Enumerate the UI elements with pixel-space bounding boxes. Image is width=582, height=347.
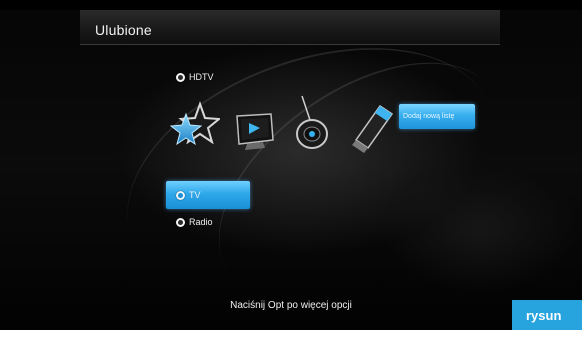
caption-tab: rysun	[512, 300, 582, 330]
option-tv[interactable]: TV	[166, 181, 250, 209]
option-hdtv[interactable]: HDTV	[176, 70, 214, 84]
radio-icon	[176, 190, 185, 200]
footer-hint: Naciśnij Opt po więcej opcji	[230, 300, 352, 311]
top-band	[0, 0, 582, 10]
tv-menu-screen: Ulubione HDTV Dodaj nową listę TV Radio …	[0, 0, 582, 347]
option-radio[interactable]: Radio	[176, 215, 213, 229]
usb-stick-icon[interactable]	[350, 104, 395, 154]
tv-monitor-icon[interactable]	[233, 110, 277, 154]
option-radio-label: Radio	[189, 217, 213, 227]
favorites-star-icon[interactable]	[169, 100, 222, 152]
radio-icon	[176, 217, 185, 227]
option-hdtv-label: HDTV	[189, 72, 214, 82]
radio-satellite-icon[interactable]	[292, 94, 332, 154]
option-tv-label: TV	[189, 190, 201, 200]
page-title: Ulubione	[95, 22, 152, 38]
radio-icon	[176, 72, 185, 82]
add-list-button[interactable]: Dodaj nową listę	[399, 104, 475, 129]
